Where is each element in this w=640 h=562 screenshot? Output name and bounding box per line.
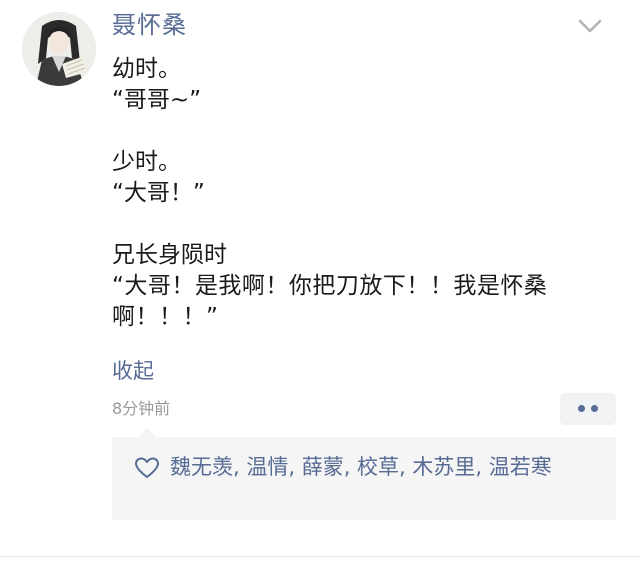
likes-names[interactable]: 魏无羡, 温情, 薛蒙, 校草, 木苏里, 温若寒 bbox=[128, 452, 610, 482]
content-line: 兄长身陨时 bbox=[112, 242, 227, 268]
more-dots-icon bbox=[591, 405, 598, 412]
content-line: “大哥！是我啊！你把刀放下！！我是怀桑啊！！！” bbox=[112, 273, 548, 330]
moment-post: 聂怀桑 幼时。 “哥哥~” 少时。 “大哥！” 兄长身陨时 “大哥！是我啊！你把… bbox=[0, 0, 640, 562]
content-line: 少时。 bbox=[112, 149, 181, 175]
more-button[interactable] bbox=[560, 393, 616, 425]
content-blank-line bbox=[112, 209, 612, 240]
post-content: 幼时。 “哥哥~” 少时。 “大哥！” 兄长身陨时 “大哥！是我啊！你把刀放下！… bbox=[112, 54, 612, 333]
likes-panel: 魏无羡, 温情, 薛蒙, 校草, 木苏里, 温若寒 bbox=[112, 428, 616, 520]
avatar-image bbox=[22, 12, 96, 86]
likes-panel-caret bbox=[138, 428, 156, 437]
author-name[interactable]: 聂怀桑 bbox=[112, 10, 187, 40]
avatar[interactable] bbox=[22, 12, 96, 86]
collapse-link[interactable]: 收起 bbox=[112, 356, 154, 386]
content-line: 幼时。 bbox=[112, 56, 181, 82]
post-time: 8分钟前 bbox=[112, 399, 171, 418]
content-line: “大哥！” bbox=[112, 180, 205, 206]
chevron-down-icon[interactable] bbox=[574, 12, 606, 40]
divider bbox=[0, 556, 640, 557]
more-dots-icon bbox=[578, 405, 585, 412]
content-blank-line bbox=[112, 116, 612, 147]
content-line: “哥哥~” bbox=[112, 87, 202, 113]
